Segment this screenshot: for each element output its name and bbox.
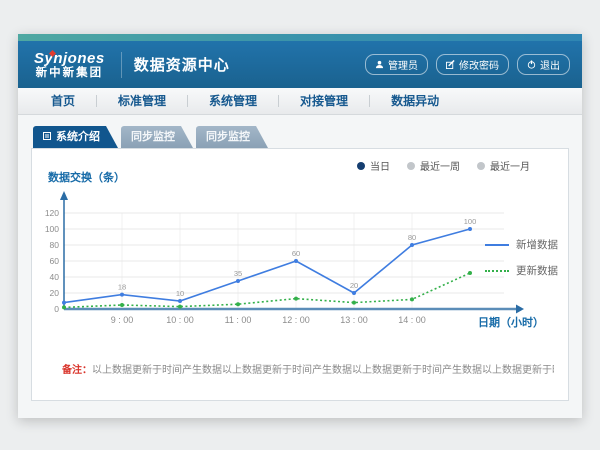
line-chart: 9 : 00 10 : 00 11 : 00 12 : 00 13 : 00 14 : 0… — [44, 169, 556, 341]
svg-text:14 : 00: 14 : 00 — [398, 315, 426, 325]
document-icon — [43, 126, 51, 148]
svg-text:100: 100 — [45, 224, 59, 234]
app-title: 数据资源中心 — [134, 54, 230, 75]
legend-label: 更新数据 — [516, 263, 558, 278]
svg-text:数据交换（条）: 数据交换（条） — [48, 170, 125, 184]
edit-icon — [446, 60, 455, 69]
nav-item-connect-mgmt[interactable]: 对接管理 — [279, 88, 369, 114]
dotted-line-icon — [485, 270, 509, 272]
nav-item-system-mgmt[interactable]: 系统管理 — [188, 88, 278, 114]
svg-text:0: 0 — [54, 304, 59, 314]
user-icon — [375, 60, 384, 69]
svg-text:60: 60 — [292, 249, 300, 258]
footnote-label: 备注： — [62, 365, 92, 376]
header-divider — [121, 52, 122, 78]
svg-text:10: 10 — [176, 289, 184, 298]
legend-item-new-data[interactable]: 新增数据 — [485, 237, 558, 252]
company-logo: Synjones 新中新集团 — [30, 49, 109, 80]
svg-text:9 : 00: 9 : 00 — [111, 315, 134, 325]
solid-line-icon — [485, 244, 509, 246]
svg-text:80: 80 — [50, 240, 60, 250]
svg-text:20: 20 — [50, 288, 60, 298]
logo-title: Synjones — [34, 51, 105, 68]
main-window: Synjones 新中新集团 数据资源中心 管理员 修改密码 — [18, 34, 582, 418]
admin-user-button[interactable]: 管理员 — [365, 54, 428, 75]
footnote: 备注：以上数据更新于时间产生数据以上数据更新于时间产生数据以上数据更新于时间产生… — [62, 361, 554, 376]
main-nav: 首页 标准管理 系统管理 对接管理 数据异动 — [18, 88, 582, 115]
tab-bar: 系统介绍 同步监控 同步监控 — [33, 126, 569, 148]
legend-item-updated-data[interactable]: 更新数据 — [485, 263, 558, 278]
legend-label: 新增数据 — [516, 237, 558, 252]
chart-area: 9 : 00 10 : 00 11 : 00 12 : 00 13 : 00 14 : 0… — [44, 169, 556, 346]
admin-user-label: 管理员 — [388, 57, 418, 72]
tab-label: 系统介绍 — [56, 126, 100, 148]
svg-text:40: 40 — [50, 272, 60, 282]
svg-text:日期（小时）: 日期（小时） — [478, 315, 544, 329]
logout-label: 退出 — [540, 57, 560, 72]
top-accent-strip — [18, 34, 582, 41]
logout-icon — [527, 60, 536, 69]
tab-label: 同步监控 — [206, 126, 250, 148]
svg-text:13 : 00: 13 : 00 — [340, 315, 368, 325]
nav-item-home[interactable]: 首页 — [30, 88, 96, 114]
footnote-text: 以上数据更新于时间产生数据以上数据更新于时间产生数据以上数据更新于时间产生数据以… — [92, 365, 554, 376]
tab-sync-monitor-1[interactable]: 同步监控 — [121, 126, 193, 148]
svg-text:11 : 00: 11 : 00 — [225, 315, 252, 325]
tab-system-intro[interactable]: 系统介绍 — [33, 126, 118, 148]
content-area: 系统介绍 同步监控 同步监控 当日 最近一周 — [18, 115, 582, 418]
svg-text:120: 120 — [45, 208, 59, 218]
tab-label: 同步监控 — [131, 126, 175, 148]
svg-text:10 : 00: 10 : 00 — [166, 315, 194, 325]
app-header: Synjones 新中新集团 数据资源中心 管理员 修改密码 — [18, 41, 582, 88]
svg-text:80: 80 — [408, 233, 416, 242]
user-actions: 管理员 修改密码 退出 — [365, 54, 570, 75]
svg-text:18: 18 — [118, 283, 126, 292]
chart-legend: 新增数据 更新数据 — [485, 237, 558, 278]
svg-text:35: 35 — [234, 269, 242, 278]
change-password-button[interactable]: 修改密码 — [436, 54, 509, 75]
change-password-label: 修改密码 — [459, 57, 499, 72]
svg-text:100: 100 — [464, 217, 477, 226]
logo-subtitle: 新中新集团 — [34, 67, 105, 80]
tab-sync-monitor-2[interactable]: 同步监控 — [196, 126, 268, 148]
nav-item-standard-mgmt[interactable]: 标准管理 — [97, 88, 187, 114]
svg-text:20: 20 — [350, 281, 358, 290]
svg-text:12 : 00: 12 : 00 — [282, 315, 310, 325]
chart-panel: 当日 最近一周 最近一月 9 : 0010 : 0011 : 0012 : 00… — [31, 148, 569, 401]
svg-text:60: 60 — [50, 256, 60, 266]
nav-item-data-change[interactable]: 数据异动 — [370, 88, 460, 114]
logout-button[interactable]: 退出 — [517, 54, 570, 75]
